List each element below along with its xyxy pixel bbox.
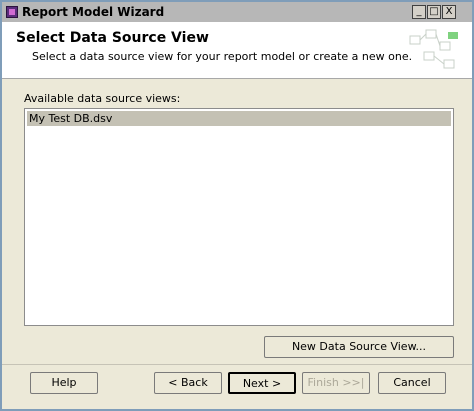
available-dsv-label: Available data source views:	[24, 92, 181, 105]
dsv-listbox[interactable]: My Test DB.dsv	[24, 108, 454, 326]
window-title: Report Model Wizard	[22, 5, 165, 19]
wizard-content: Available data source views: My Test DB.…	[2, 80, 472, 372]
list-item[interactable]: My Test DB.dsv	[27, 111, 451, 126]
cancel-button[interactable]: Cancel	[378, 372, 446, 394]
wizard-header: Select Data Source View Select a data so…	[2, 22, 472, 79]
finish-button[interactable]: Finish >>|	[302, 372, 370, 394]
app-icon	[6, 6, 18, 18]
report-model-wizard-window: Report Model Wizard _ □ X Select Data So…	[0, 0, 474, 411]
page-subtitle: Select a data source view for your repor…	[32, 50, 413, 63]
maximize-button[interactable]: □	[427, 5, 441, 19]
close-button[interactable]: X	[442, 5, 456, 19]
page-title: Select Data Source View	[16, 30, 209, 46]
next-button[interactable]: Next >	[228, 372, 296, 394]
footer-divider	[2, 364, 472, 365]
wizard-footer: Help < Back Next > Finish >>| Cancel	[2, 366, 472, 402]
new-data-source-view-button[interactable]: New Data Source View...	[264, 336, 454, 358]
help-button[interactable]: Help	[30, 372, 98, 394]
title-bar[interactable]: Report Model Wizard _ □ X	[2, 2, 472, 22]
wizard-graphic-icon	[409, 29, 458, 69]
back-button[interactable]: < Back	[154, 372, 222, 394]
minimize-button[interactable]: _	[412, 5, 426, 19]
